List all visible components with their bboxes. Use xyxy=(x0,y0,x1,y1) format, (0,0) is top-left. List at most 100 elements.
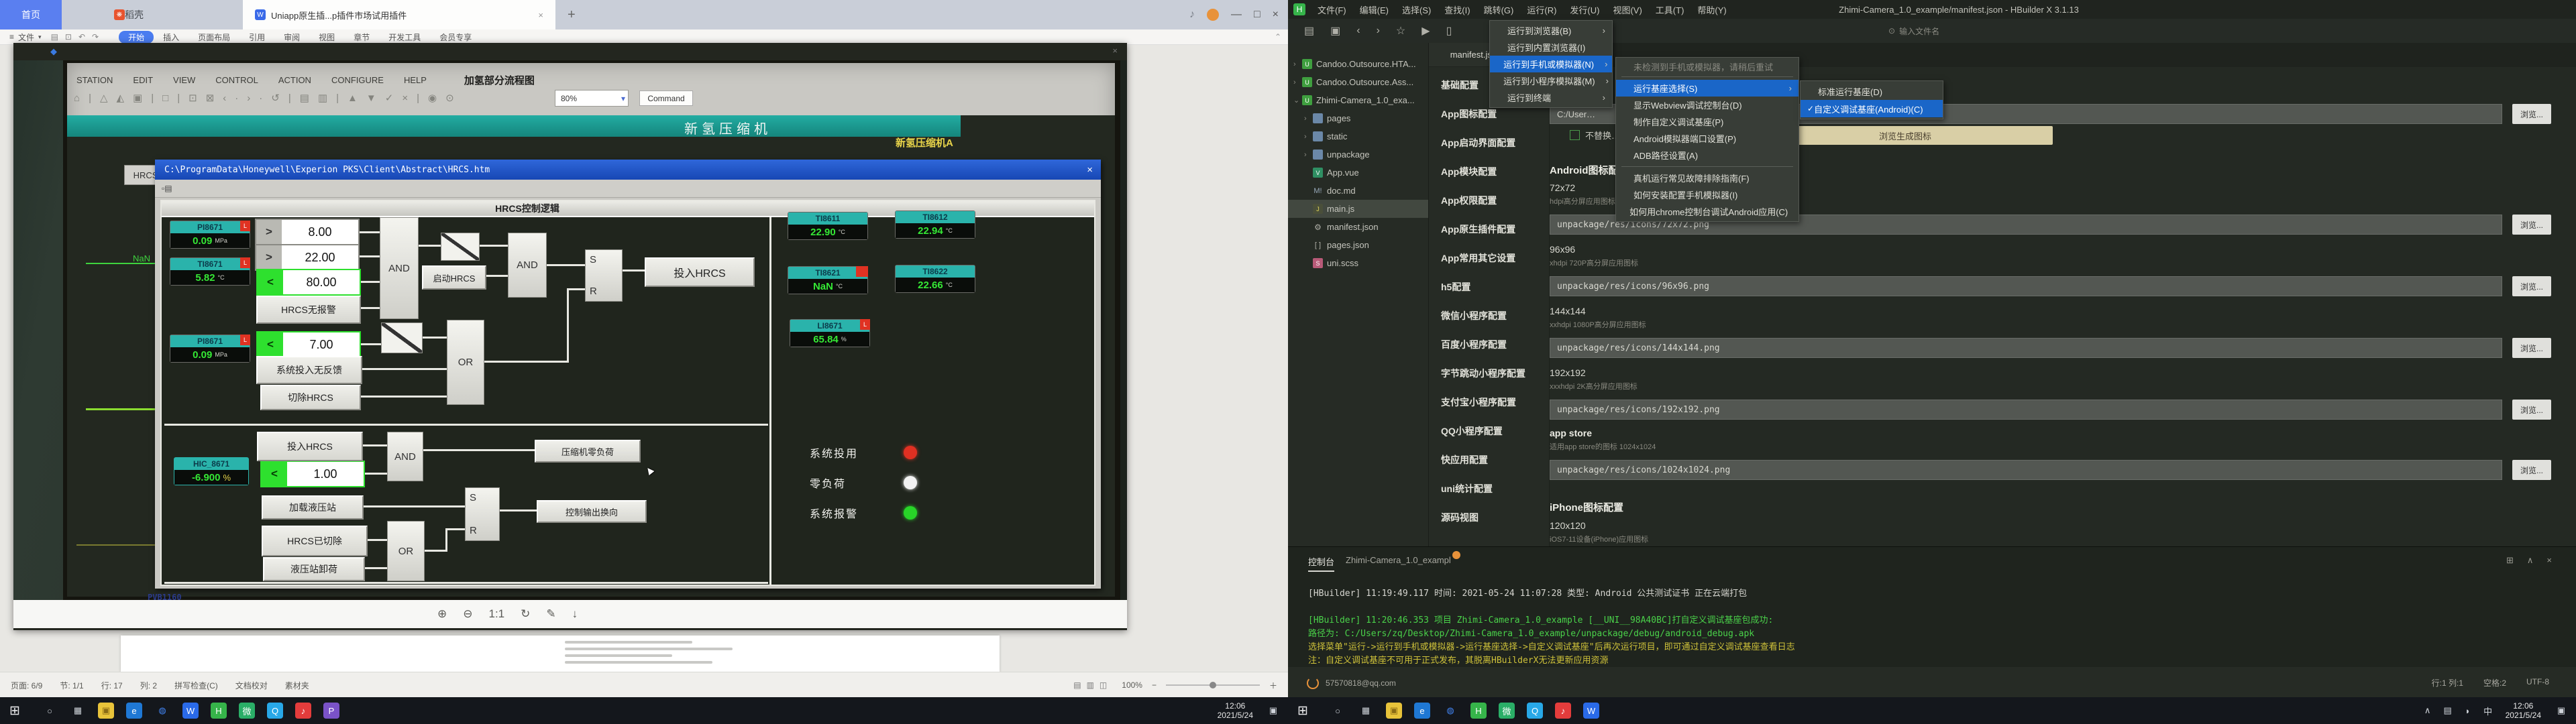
status-item[interactable]: 列: 2 xyxy=(140,680,157,691)
submenu-item[interactable]: ✓如何安装配置手机模拟器(I)› xyxy=(1616,186,1799,203)
pv-tag[interactable]: TI8671 L 5.82°C xyxy=(170,257,250,286)
taskbar-app-icon[interactable]: e xyxy=(1414,703,1430,719)
run-menu-item[interactable]: ✓运行到内置浏览器(I)› xyxy=(1490,39,1612,56)
manifest-nav-item[interactable]: 百度小程序配置 xyxy=(1429,330,1549,359)
station-menu-item[interactable]: STATION xyxy=(76,75,113,85)
menu-item[interactable]: 编辑(E) xyxy=(1353,0,1395,19)
icon-path-input[interactable]: unpackage/res/icons/96x96.png xyxy=(1550,276,2502,296)
hrcs-window-close-icon[interactable]: × xyxy=(1087,164,1101,176)
hmi-button[interactable]: 切除HRCS xyxy=(260,385,361,410)
manifest-nav-item[interactable]: 微信小程序配置 xyxy=(1429,302,1549,330)
run-menu-item[interactable]: ✓运行到终端› xyxy=(1490,89,1612,106)
station-toolbar-icon[interactable]: | xyxy=(89,93,91,104)
ribbon-tab[interactable]: 视图 xyxy=(309,32,344,43)
taskbar-app-icon[interactable]: ◍ xyxy=(154,703,170,719)
ribbon-icon[interactable]: ⊡ xyxy=(65,32,78,42)
taskbar-app-icon[interactable]: ○ xyxy=(1330,703,1346,719)
browse-button[interactable]: 浏览... xyxy=(2512,400,2551,420)
account-label[interactable]: 57570818@qq.com xyxy=(1326,678,1396,688)
status-item[interactable]: 页面: 6/9 xyxy=(11,680,42,691)
submenu-item[interactable]: ✓运行基座选择(S)› xyxy=(1616,80,1799,97)
maximize-icon[interactable]: □ xyxy=(1254,9,1260,21)
hmi-button[interactable]: 系统投入无反馈 xyxy=(256,356,362,384)
station-toolbar-icon[interactable]: · xyxy=(259,93,262,104)
status-item[interactable]: 素材夹 xyxy=(285,680,309,691)
manifest-nav-item[interactable]: QQ小程序配置 xyxy=(1429,417,1549,446)
tray-icon[interactable]: ◗ xyxy=(2460,703,2476,719)
zoom-select[interactable]: 80% ▾ xyxy=(555,90,629,107)
tree-item[interactable]: › Candoo.Outsource.Ass... xyxy=(1288,73,1428,91)
close-icon[interactable]: × xyxy=(1273,9,1279,21)
station-toolbar-icon[interactable]: | xyxy=(336,93,339,104)
start-button[interactable]: ⊞ xyxy=(1288,697,1318,724)
taskbar-app-icon[interactable]: H xyxy=(1470,703,1487,719)
taskbar-app-icon[interactable]: ▦ xyxy=(70,703,86,719)
station-toolbar-icon[interactable]: ⊙ xyxy=(445,92,454,104)
tree-item[interactable]: › static xyxy=(1288,127,1428,145)
viewer-tool-icon[interactable]: 1:1 xyxy=(489,607,505,621)
zoom-in-icon[interactable]: ＋ xyxy=(1269,680,1277,691)
ribbon-tab[interactable]: 页面布局 xyxy=(189,32,239,43)
status-right-item[interactable]: 行:1 列:1 xyxy=(2432,677,2463,688)
tree-item[interactable]: pages.json xyxy=(1288,236,1428,254)
hmi-button[interactable]: HRCS无报警 xyxy=(256,296,361,324)
ribbon-tab[interactable]: 开发工具 xyxy=(379,32,430,43)
menu-item[interactable]: 帮助(Y) xyxy=(1690,0,1733,19)
ribbon-icon[interactable]: ▤ xyxy=(51,32,65,42)
submenu-item[interactable]: ✓› xyxy=(1621,166,1793,167)
zoom-out-icon[interactable]: − xyxy=(1152,680,1157,690)
pv-tag[interactable]: TI8612 22.94°C xyxy=(895,210,975,239)
browse-button[interactable]: 浏览... xyxy=(2512,338,2551,358)
station-toolbar-icon[interactable]: ‹ xyxy=(223,93,226,104)
wps-tab-home[interactable]: 首页 xyxy=(0,0,62,29)
viewer-tool-icon[interactable]: ↓ xyxy=(572,607,578,621)
console-project-tab[interactable]: Zhimi-Camera_1.0_exampl xyxy=(1346,555,1451,565)
submenu-item[interactable]: ✓Android模拟器端口设置(P)› xyxy=(1616,130,1799,147)
tree-item[interactable]: manifest.json xyxy=(1288,218,1428,236)
station-toolbar-icon[interactable]: ↺ xyxy=(271,92,280,104)
submenu-item[interactable]: ✓如何用chrome控制台调试Android应用(C)› xyxy=(1616,203,1799,220)
viewer-tool-icon[interactable]: ⊕ xyxy=(437,607,447,621)
manifest-nav-item[interactable]: 字节跳动小程序配置 xyxy=(1429,359,1549,388)
checkbox-icon[interactable] xyxy=(1570,130,1580,140)
taskbar-app-icon[interactable]: e xyxy=(126,703,142,719)
chevron-icon[interactable]: › xyxy=(1304,115,1313,123)
taskbar-app-icon[interactable]: Q xyxy=(1527,703,1543,719)
pv-tag[interactable]: LI8671 L 65.84% xyxy=(790,319,870,347)
taskbar-app-icon[interactable]: W xyxy=(1583,703,1599,719)
notification-icon[interactable]: ▣ xyxy=(1265,703,1281,719)
hmi-button[interactable]: 加载液压站 xyxy=(262,495,364,520)
tree-item[interactable]: › pages xyxy=(1288,109,1428,127)
manifest-nav-item[interactable]: App原生插件配置 xyxy=(1429,215,1549,244)
viewer-tool-icon[interactable]: ↻ xyxy=(521,607,530,621)
pv-tag[interactable]: PI8671 L 0.09MPa xyxy=(170,221,250,249)
toolbar-icon[interactable]: ▶ xyxy=(1421,24,1430,38)
station-toolbar-icon[interactable]: ▼ xyxy=(366,93,376,104)
manifest-nav-item[interactable]: App模块配置 xyxy=(1429,158,1549,186)
menu-item[interactable]: 查找(I) xyxy=(1438,0,1477,19)
taskbar-app-icon[interactable]: 微 xyxy=(239,703,255,719)
ribbon-icon[interactable]: ↶ xyxy=(78,32,92,42)
menu-item[interactable]: 工具(T) xyxy=(1649,0,1691,19)
hic-tag[interactable]: HIC_8671 -6.900% xyxy=(174,457,249,485)
hmi-output[interactable]: 压缩机零负荷 xyxy=(535,440,641,463)
avatar[interactable] xyxy=(1207,9,1219,21)
tree-item[interactable]: App.vue xyxy=(1288,164,1428,182)
submenu-item[interactable]: ✓› xyxy=(1621,76,1793,77)
taskbar-app-icon[interactable]: ◍ xyxy=(1442,703,1458,719)
station-page-tab[interactable]: 加氢部分流程图 xyxy=(464,73,535,87)
notification-icon[interactable]: ▣ xyxy=(2553,703,2569,719)
start-button[interactable]: ⊞ xyxy=(0,697,30,724)
ribbon-tab[interactable]: 引用 xyxy=(239,32,274,43)
icon-replace-checkbox[interactable]: 不替换… xyxy=(1570,129,1620,141)
status-item[interactable]: 行: 17 xyxy=(101,680,123,691)
station-menu-item[interactable]: CONFIGURE xyxy=(331,75,384,85)
viewer-close-icon[interactable]: × xyxy=(1112,46,1118,56)
pv-tag[interactable]: TI8622 22.66°C xyxy=(895,265,975,293)
chevron-icon[interactable]: › xyxy=(1293,78,1302,86)
browse-button[interactable]: 浏览... xyxy=(2512,460,2551,480)
tree-item[interactable]: › Candoo.Outsource.HTA... xyxy=(1288,55,1428,73)
hmi-button[interactable]: 启动HRCS xyxy=(422,265,486,290)
taskbar-app-icon[interactable]: ♪ xyxy=(295,703,311,719)
zoom-slider[interactable] xyxy=(1166,684,1260,686)
